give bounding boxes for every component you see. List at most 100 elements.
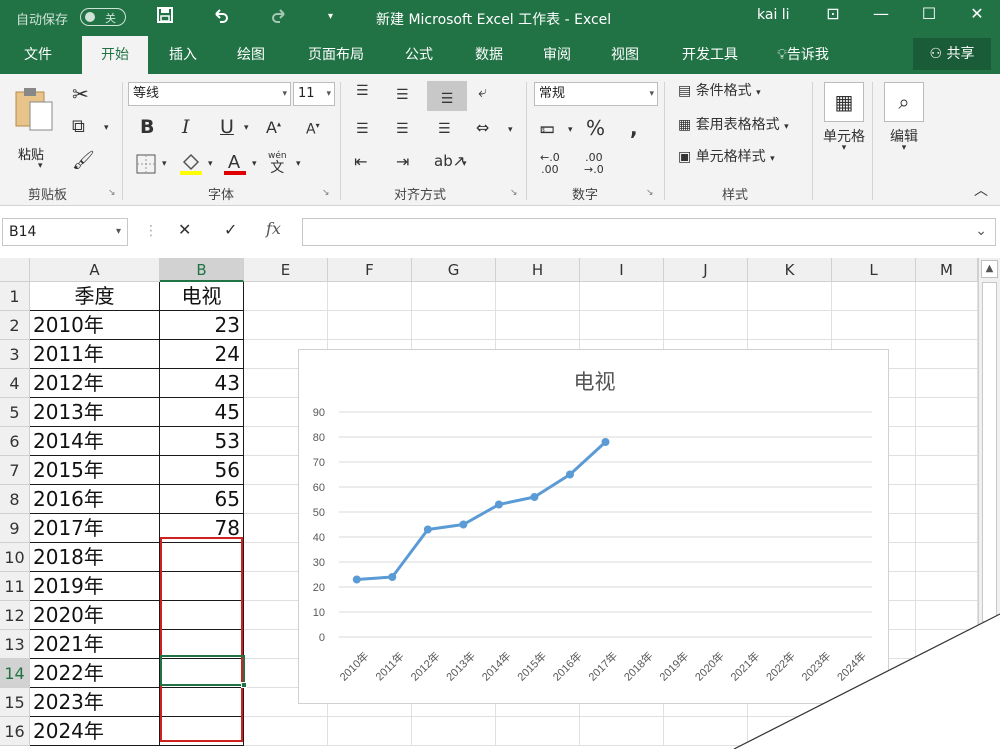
row-header-11[interactable]: 11 <box>0 572 30 601</box>
row-header-1[interactable]: 1 <box>0 282 30 311</box>
increase-indent-icon[interactable]: ⇥ <box>396 154 409 170</box>
decrease-decimal-icon[interactable]: .00 →.0 <box>584 152 604 176</box>
empty-cell[interactable] <box>496 311 580 340</box>
empty-cell[interactable] <box>412 311 496 340</box>
empty-cell[interactable] <box>916 514 978 543</box>
tab-review[interactable]: 审阅 <box>530 36 584 74</box>
column-header-a[interactable]: A <box>30 258 160 282</box>
maximize-icon[interactable]: ☐ <box>914 4 944 23</box>
empty-cell[interactable] <box>832 717 916 746</box>
minimize-icon[interactable]: — <box>866 4 896 23</box>
italic-icon[interactable]: I <box>182 118 190 137</box>
font-color-icon[interactable]: A <box>222 150 248 179</box>
align-middle-icon[interactable]: ☰ <box>396 88 409 102</box>
cell-year[interactable]: 2019年 <box>30 572 160 601</box>
cell-year[interactable]: 2013年 <box>30 398 160 427</box>
empty-cell[interactable] <box>328 282 412 311</box>
empty-cell[interactable] <box>244 311 328 340</box>
empty-cell[interactable] <box>496 282 580 311</box>
cell-value[interactable]: 43 <box>160 369 244 398</box>
merge-center-icon[interactable]: ⇔ <box>476 120 489 136</box>
spreadsheet-grid[interactable]: A B E F G H I J K L M 1 季度 电视 2 2010年 23 3 2011年 24 4 2012年 43… <box>0 258 1000 749</box>
cell-year[interactable]: 2022年 <box>30 659 160 688</box>
comma-style-icon[interactable]: , <box>630 118 638 138</box>
column-header-b[interactable]: B <box>160 258 244 282</box>
font-size-select[interactable]: 11 ▾ <box>293 82 335 106</box>
cell-value[interactable] <box>160 601 244 630</box>
cell-value[interactable] <box>160 717 244 746</box>
scroll-up-icon[interactable]: ▲ <box>981 260 998 278</box>
borders-dropdown-icon[interactable]: ▾ <box>162 160 167 169</box>
borders-icon[interactable] <box>136 154 156 177</box>
header-cell-quarter[interactable]: 季度 <box>30 282 160 311</box>
phonetic-dropdown-icon[interactable]: ▾ <box>296 160 301 169</box>
empty-cell[interactable] <box>916 311 978 340</box>
font-launcher-icon[interactable]: ↘ <box>322 188 330 198</box>
empty-cell[interactable] <box>916 282 978 311</box>
cell-styles-button[interactable]: ▣ 单元格样式 ▾ <box>678 150 775 164</box>
formula-input[interactable]: ⌄ <box>302 218 996 246</box>
empty-cell[interactable] <box>916 340 978 369</box>
cell-year[interactable]: 2012年 <box>30 369 160 398</box>
grow-font-icon[interactable]: A▴ <box>266 120 281 136</box>
empty-cell[interactable] <box>580 282 664 311</box>
row-header-2[interactable]: 2 <box>0 311 30 340</box>
empty-cell[interactable] <box>916 427 978 456</box>
empty-cell[interactable] <box>916 369 978 398</box>
bold-icon[interactable]: B <box>140 118 154 137</box>
cell-value[interactable] <box>160 630 244 659</box>
tab-file[interactable]: 文件 <box>8 36 68 74</box>
empty-cell[interactable] <box>748 282 832 311</box>
tab-home[interactable]: 开始 <box>82 36 148 74</box>
empty-cell[interactable] <box>916 601 978 630</box>
wrap-text-icon[interactable]: ⤶ <box>478 84 487 100</box>
font-name-select[interactable]: 等线 ▾ <box>128 82 291 106</box>
empty-cell[interactable] <box>916 630 978 659</box>
column-header-g[interactable]: G <box>412 258 496 282</box>
row-header-12[interactable]: 12 <box>0 601 30 630</box>
clipboard-launcher-icon[interactable]: ↘ <box>108 188 116 198</box>
empty-cell[interactable] <box>244 717 328 746</box>
cell-value[interactable] <box>160 659 244 688</box>
row-header-9[interactable]: 9 <box>0 514 30 543</box>
cell-year[interactable]: 2021年 <box>30 630 160 659</box>
shrink-font-icon[interactable]: A▾ <box>306 122 320 137</box>
column-header-i[interactable]: I <box>580 258 664 282</box>
empty-cell[interactable] <box>328 311 412 340</box>
column-header-k[interactable]: K <box>748 258 832 282</box>
align-bottom-icon[interactable]: ☰ <box>427 81 467 111</box>
enter-icon[interactable]: ✓ <box>224 222 237 238</box>
empty-cell[interactable] <box>748 311 832 340</box>
empty-cell[interactable] <box>664 311 748 340</box>
cell-value[interactable]: 53 <box>160 427 244 456</box>
number-format-select[interactable]: 常规 ▾ <box>534 82 658 106</box>
empty-cell[interactable] <box>832 282 916 311</box>
column-header-h[interactable]: H <box>496 258 580 282</box>
align-right-icon[interactable]: ☰ <box>438 122 451 136</box>
paste-dropdown-icon[interactable]: ▾ <box>38 162 43 171</box>
alignment-launcher-icon[interactable]: ↘ <box>510 188 518 198</box>
autosave-toggle[interactable]: 关 <box>80 8 126 26</box>
qat-customize-icon[interactable]: ▾ <box>328 11 333 22</box>
line-chart[interactable]: 电视 0 10 20 30 40 50 60 70 80 90 2010年 2011年 2012年 201… <box>298 349 889 704</box>
header-cell-tv[interactable]: 电视 <box>160 282 244 311</box>
copy-dropdown-icon[interactable]: ▾ <box>104 124 109 133</box>
tab-developer[interactable]: 开发工具 <box>668 36 752 74</box>
editing-button[interactable]: ⌕ 编辑 ▾ <box>880 82 928 153</box>
cell-value[interactable]: 23 <box>160 311 244 340</box>
undo-icon[interactable] <box>212 6 230 28</box>
cell-year[interactable]: 2017年 <box>30 514 160 543</box>
insert-function-icon[interactable]: fx <box>266 221 281 237</box>
expand-formula-icon[interactable]: ⌄ <box>975 223 987 239</box>
empty-cell[interactable] <box>496 717 580 746</box>
underline-dropdown-icon[interactable]: ▾ <box>244 124 249 133</box>
user-name[interactable]: kai li <box>757 7 790 23</box>
empty-cell[interactable] <box>412 717 496 746</box>
cell-year[interactable]: 2014年 <box>30 427 160 456</box>
empty-cell[interactable] <box>580 717 664 746</box>
empty-cell[interactable] <box>664 717 748 746</box>
cell-value[interactable] <box>160 543 244 572</box>
cell-year[interactable]: 2016年 <box>30 485 160 514</box>
empty-cell[interactable] <box>916 659 978 688</box>
cell-value[interactable] <box>160 688 244 717</box>
